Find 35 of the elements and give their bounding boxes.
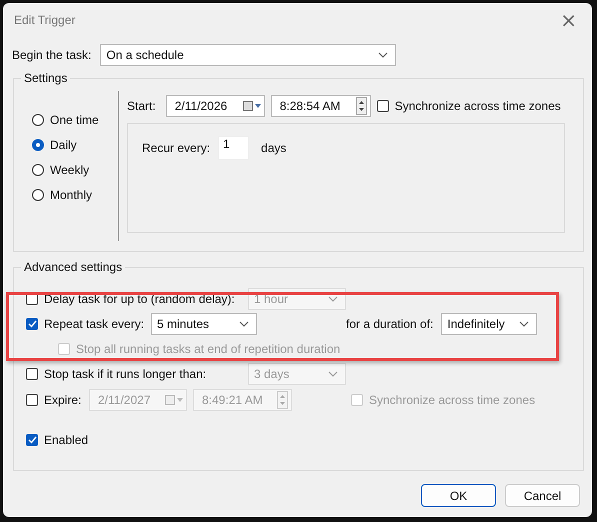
ok-button[interactable]: OK	[421, 484, 496, 507]
recur-unit: days	[261, 141, 286, 155]
schedule-radio[interactable]: Monthly	[32, 186, 114, 203]
calendar-dropdown-icon	[242, 101, 261, 111]
duration-label: for a duration of:	[346, 317, 434, 331]
schedule-radio[interactable]: Daily	[32, 136, 114, 153]
spinner-icon	[356, 97, 367, 115]
enabled-checkbox[interactable]: Enabled	[26, 433, 88, 447]
schedule-radio[interactable]: One time	[32, 111, 114, 128]
close-button[interactable]: ×	[554, 10, 583, 30]
schedule-radio[interactable]: Weekly	[32, 161, 114, 178]
calendar-dropdown-icon	[165, 395, 183, 405]
chevron-down-icon	[328, 296, 338, 302]
settings-legend: Settings	[21, 71, 70, 85]
start-time-field[interactable]: 8:28:54 AM	[270, 95, 371, 117]
recur-input[interactable]: 1	[218, 136, 250, 160]
duration-dropdown[interactable]: Indefinitely	[441, 313, 538, 335]
chevron-down-icon	[328, 371, 338, 377]
chevron-down-icon	[239, 321, 249, 327]
begin-task-label: Begin the task:	[12, 48, 92, 62]
advanced-legend: Advanced settings	[21, 260, 126, 274]
repeat-checkbox[interactable]: Repeat task every:	[26, 317, 151, 331]
repeat-interval-dropdown[interactable]: 5 minutes	[151, 313, 257, 335]
start-label: Start:	[127, 99, 156, 113]
chevron-down-icon	[519, 321, 530, 327]
start-date-picker[interactable]: 2/11/2026	[166, 95, 265, 117]
checkmark-icon	[28, 436, 36, 444]
checkmark-icon	[28, 320, 36, 328]
sync-checkbox[interactable]: Synchronize across time zones	[376, 99, 561, 113]
spinner-icon	[277, 391, 288, 409]
cancel-button[interactable]: Cancel	[505, 484, 580, 507]
recur-label: Recur every:	[142, 141, 210, 155]
begin-task-dropdown[interactable]: On a schedule	[100, 44, 396, 66]
chevron-down-icon	[378, 52, 388, 58]
window-title: Edit Trigger	[13, 13, 76, 27]
